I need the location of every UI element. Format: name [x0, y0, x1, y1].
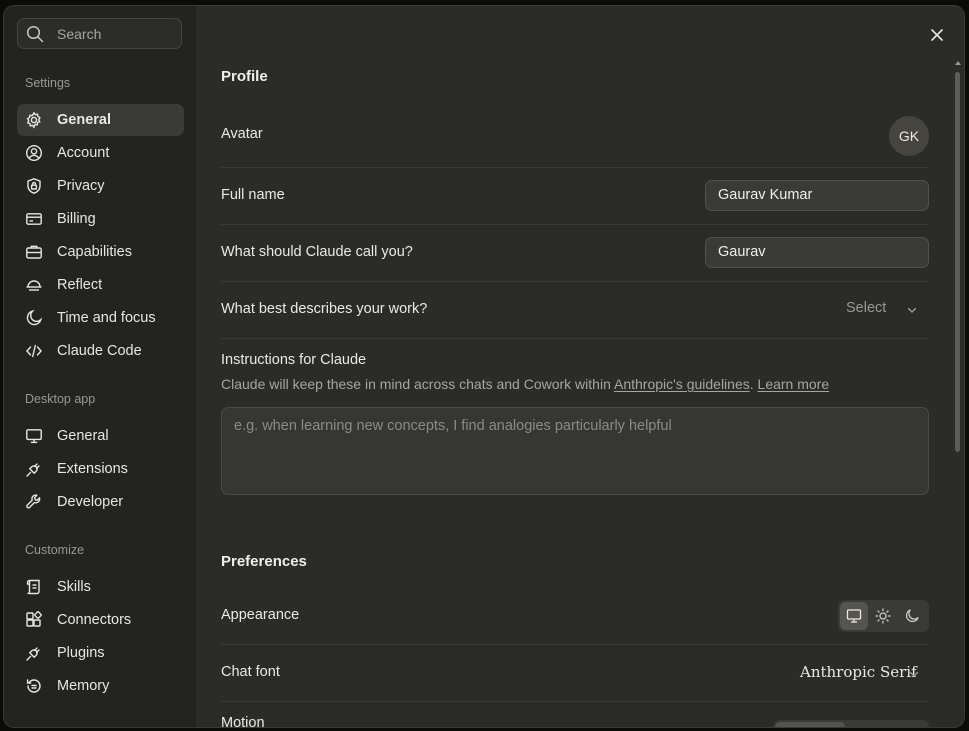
divider	[221, 701, 929, 702]
user-circle-icon	[25, 144, 43, 162]
avatar[interactable]: GK	[889, 116, 929, 156]
sidebar-item-memory[interactable]: Memory	[17, 670, 184, 702]
search-placeholder: Search	[57, 26, 102, 42]
chevron-down-icon	[906, 304, 918, 316]
sidebar-item-label: General	[57, 428, 109, 444]
scrollbar-thumb[interactable]	[955, 72, 960, 452]
sidebar-item-label: Billing	[57, 211, 96, 227]
shield-lock-icon	[25, 177, 43, 195]
sidebar-item-label: Time and focus	[57, 310, 156, 326]
close-button[interactable]	[928, 26, 946, 44]
instructions-label: Instructions for Claude	[221, 352, 367, 368]
chevron-down-icon	[908, 668, 920, 680]
sidebar-item-label: Privacy	[57, 178, 105, 194]
plug-icon	[25, 460, 43, 478]
motion-toggle[interactable]	[773, 720, 929, 727]
sidebar-item-label: Developer	[57, 494, 124, 510]
sidebar-item-plugins[interactable]: Plugins	[17, 637, 184, 669]
scroll-icon	[25, 578, 43, 596]
sidebar-item-label: General	[57, 112, 111, 128]
moon-icon	[905, 609, 919, 623]
moon-icon	[25, 309, 43, 327]
monitor-icon	[25, 427, 43, 445]
history-icon	[25, 677, 43, 695]
sidebar-item-label: Account	[57, 145, 110, 161]
reflect-icon	[25, 276, 43, 294]
sidebar-item-desktop-general[interactable]: General	[17, 420, 184, 452]
sidebar-item-skills[interactable]: Skills	[17, 571, 184, 603]
appearance-system-button[interactable]	[840, 602, 868, 630]
card-icon	[25, 210, 43, 228]
work-description-select[interactable]: Select	[846, 300, 926, 320]
separator-text: .	[749, 376, 758, 392]
divider	[221, 167, 929, 168]
instructions-description-text: Claude will keep these in mind across ch…	[221, 376, 614, 392]
full-name-label: Full name	[221, 187, 285, 203]
sidebar-item-reflect[interactable]: Reflect	[17, 269, 184, 301]
full-name-field[interactable]: Gaurav Kumar	[705, 180, 929, 211]
sidebar-item-claude-code[interactable]: Claude Code	[17, 335, 184, 367]
close-icon	[928, 26, 946, 44]
sidebar-item-billing[interactable]: Billing	[17, 203, 184, 235]
select-value: Anthropic Serif	[800, 663, 917, 681]
section-customize-label: Customize	[25, 543, 85, 557]
scroll-up-arrow-icon[interactable]	[955, 60, 961, 66]
appearance-toggle	[838, 600, 929, 632]
nickname-label: What should Claude call you?	[221, 244, 413, 260]
section-settings-label: Settings	[25, 76, 71, 90]
motion-label: Motion	[221, 715, 265, 727]
sidebar-item-general[interactable]: General	[17, 104, 184, 136]
motion-toggle-selected	[775, 722, 845, 727]
plug-icon	[25, 644, 43, 662]
sidebar-item-extensions[interactable]: Extensions	[17, 453, 184, 485]
section-desktop-app-label: Desktop app	[25, 392, 96, 406]
profile-heading: Profile	[221, 68, 268, 85]
divider	[221, 224, 929, 225]
divider	[221, 644, 929, 645]
sidebar-item-label: Skills	[57, 579, 91, 595]
sidebar-item-connectors[interactable]: Connectors	[17, 604, 184, 636]
instructions-textarea[interactable]: e.g. when learning new concepts, I find …	[221, 407, 929, 495]
scrollbar[interactable]	[955, 60, 961, 720]
preferences-heading: Preferences	[221, 553, 307, 570]
search-input[interactable]: Search	[17, 18, 182, 49]
select-value: Select	[846, 300, 887, 316]
search-icon	[26, 25, 44, 43]
work-description-label: What best describes your work?	[221, 301, 428, 317]
avatar-label: Avatar	[221, 126, 263, 142]
nickname-field[interactable]: Gaurav	[705, 237, 929, 268]
appearance-label: Appearance	[221, 607, 300, 623]
settings-content: Profile Avatar GK Full name Gaurav Kumar…	[196, 6, 964, 727]
wrench-icon	[25, 493, 43, 511]
divider	[221, 338, 929, 339]
blocks-icon	[25, 611, 43, 629]
sidebar-item-label: Memory	[57, 678, 110, 694]
gear-icon	[25, 111, 43, 129]
settings-window: Search Settings General Account Privacy	[4, 6, 964, 727]
sun-icon	[875, 608, 891, 624]
sidebar-item-account[interactable]: Account	[17, 137, 184, 169]
instructions-description: Claude will keep these in mind across ch…	[221, 376, 829, 392]
monitor-icon	[846, 609, 862, 623]
chat-font-label: Chat font	[221, 664, 280, 680]
sidebar: Search Settings General Account Privacy	[4, 6, 196, 727]
appearance-light-button[interactable]	[869, 602, 897, 630]
sidebar-item-label: Plugins	[57, 645, 105, 661]
divider	[221, 281, 929, 282]
sidebar-item-developer[interactable]: Developer	[17, 486, 184, 518]
code-icon	[25, 342, 43, 360]
learn-more-link[interactable]: Learn more	[758, 376, 830, 392]
chat-font-select[interactable]: Anthropic Serif	[800, 663, 930, 683]
briefcase-icon	[25, 243, 43, 261]
sidebar-item-label: Connectors	[57, 612, 132, 628]
sidebar-item-time-and-focus[interactable]: Time and focus	[17, 302, 184, 334]
appearance-dark-button[interactable]	[898, 602, 926, 630]
sidebar-item-label: Reflect	[57, 277, 103, 293]
sidebar-item-label: Claude Code	[57, 343, 142, 359]
sidebar-item-privacy[interactable]: Privacy	[17, 170, 184, 202]
sidebar-item-label: Capabilities	[57, 244, 132, 260]
sidebar-item-capabilities[interactable]: Capabilities	[17, 236, 184, 268]
sidebar-item-label: Extensions	[57, 461, 128, 477]
anthropic-guidelines-link[interactable]: Anthropic's guidelines	[614, 376, 750, 392]
